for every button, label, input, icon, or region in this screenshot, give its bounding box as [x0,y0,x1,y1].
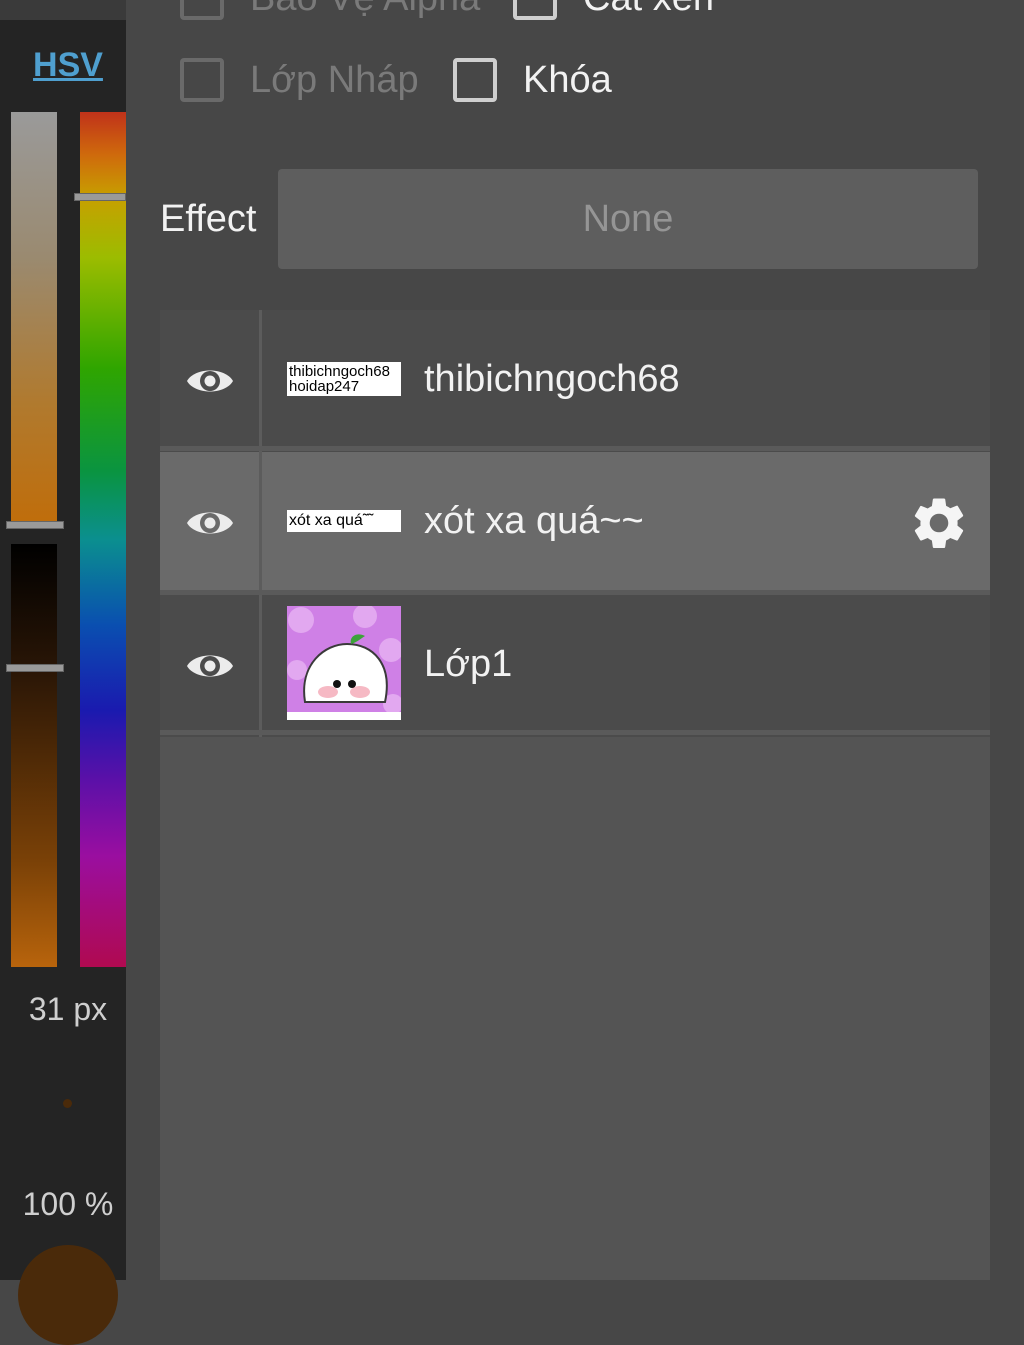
alpha-protect-checkbox[interactable] [180,0,224,20]
effect-dropdown[interactable]: None [278,169,978,269]
layer-visibility-toggle[interactable] [160,310,262,452]
layer-row-selected[interactable]: xót xa quá˜˜ xót xa quá~~ [160,452,990,594]
clipping-label: Cắt xén [583,0,714,20]
color-sidebar: HSV 31 px 100 % [0,0,126,1345]
layer-row[interactable]: Lớp1 [160,595,990,737]
layer-name: Lớp1 [424,643,513,685]
draft-layer-label: Lớp Nháp [250,58,419,101]
gear-icon[interactable] [908,492,970,554]
opacity-label[interactable]: 100 % [0,1186,136,1223]
cartoon-character-thumbnail [287,606,401,720]
current-color-swatch[interactable] [18,1245,118,1345]
saturation-slider-thumb[interactable] [6,521,64,529]
layer-row[interactable]: thibichngoch68 hoidap247 thibichngoch68 [160,310,990,452]
layer-divider [160,446,990,451]
clipping-checkbox[interactable] [513,0,557,20]
draft-layer-option[interactable]: Lớp Nháp [180,58,419,102]
layer-list-bottom-divider [160,730,990,735]
sidebar-top-strip [0,0,126,20]
eye-icon [186,512,233,534]
layer-visibility-toggle[interactable] [160,595,262,737]
hue-slider-thumb[interactable] [74,193,126,201]
clipping-option[interactable]: Cắt xén [513,0,714,20]
value-slider-thumb[interactable] [6,664,64,672]
alpha-protect-label: Bảo Vệ Alpha [250,0,480,20]
lock-checkbox[interactable] [453,58,497,102]
layer-name: xót xa quá~~ [424,500,644,542]
layer-thumbnail: thibichngoch68 hoidap247 [287,362,401,396]
layer-list: thibichngoch68 hoidap247 thibichngoch68 … [160,310,990,1280]
value-slider[interactable] [11,544,57,967]
layer-thumbnail: xót xa quá˜˜ [287,510,401,532]
brush-size-preview [63,1099,72,1108]
hsv-mode-link[interactable]: HSV [0,46,136,85]
eye-icon [186,370,233,392]
saturation-slider[interactable] [11,112,57,526]
brush-size-label[interactable]: 31 px [0,991,136,1028]
lock-label: Khóa [523,58,612,101]
layer-name: thibichngoch68 [424,358,680,400]
alpha-protect-option[interactable]: Bảo Vệ Alpha [180,0,480,20]
draft-layer-checkbox[interactable] [180,58,224,102]
eye-icon [186,655,233,677]
thumbnail-text: xót xa quá˜˜ [289,512,374,529]
layer-visibility-toggle[interactable] [160,452,262,594]
effect-label: Effect [160,198,257,240]
hue-slider[interactable] [80,112,126,967]
lock-option[interactable]: Khóa [453,58,612,102]
